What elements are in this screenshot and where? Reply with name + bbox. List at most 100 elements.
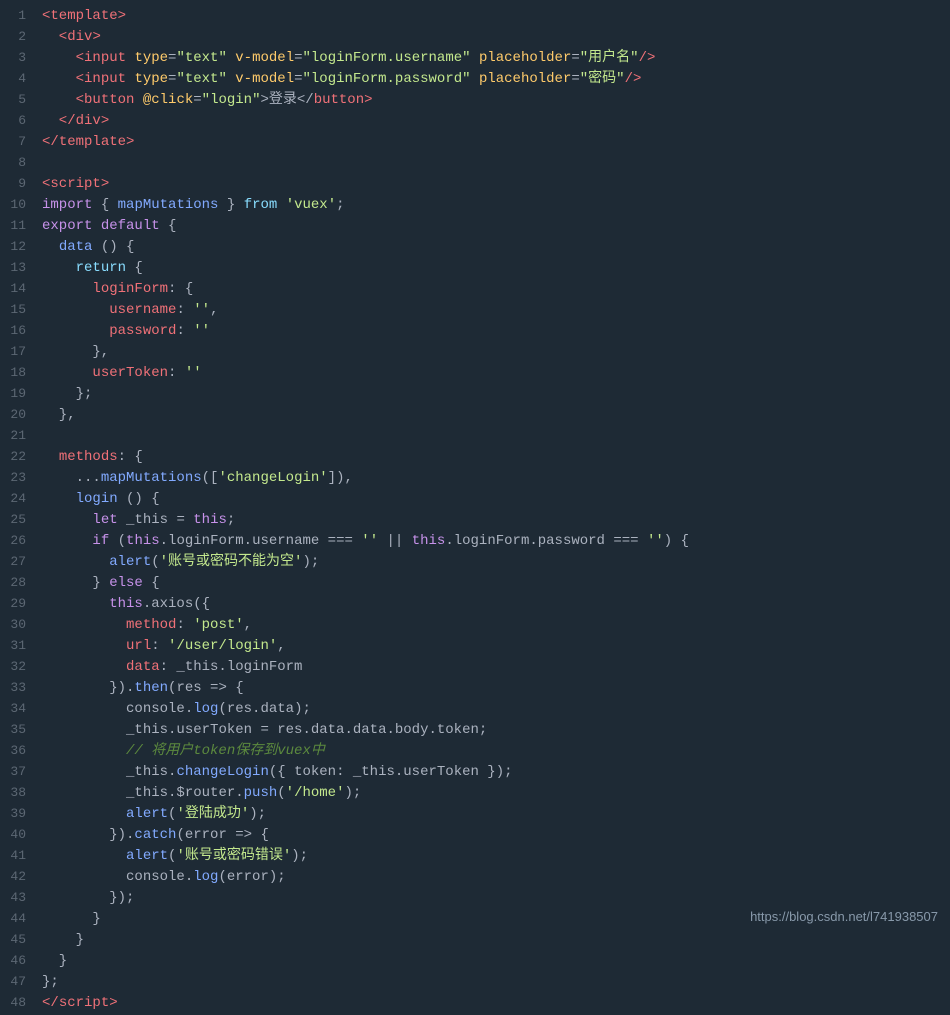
line-content: _this.userToken = res.data.data.body.tok… <box>36 720 950 742</box>
line-content: data: _this.loginForm <box>36 657 950 679</box>
token: () { <box>92 239 134 255</box>
code-line: 15 username: '', <box>0 300 950 321</box>
token: "loginForm.username" <box>303 50 471 66</box>
token: methods <box>59 449 118 465</box>
line-content: <template> <box>36 6 950 28</box>
token: < <box>42 71 84 87</box>
token <box>42 554 109 570</box>
token: @click <box>143 92 193 108</box>
code-line: 26 if (this.loginForm.username === '' ||… <box>0 531 950 552</box>
code-line: 18 userToken: '' <box>0 363 950 384</box>
line-content: </template> <box>36 132 950 154</box>
token: (res.data); <box>218 701 310 717</box>
line-content: login () { <box>36 489 950 511</box>
token: , <box>277 638 285 654</box>
token: changeLogin <box>176 764 268 780</box>
token: }); <box>42 890 134 906</box>
code-line: 24 login () { <box>0 489 950 510</box>
line-content: <script> <box>36 174 950 196</box>
line-number: 14 <box>0 279 36 299</box>
token: import <box>42 197 92 213</box>
token: >登录</ <box>260 92 313 108</box>
token: type <box>134 50 168 66</box>
token: } <box>42 575 109 591</box>
line-number: 20 <box>0 405 36 425</box>
code-line: 6 </div> <box>0 111 950 132</box>
line-content: if (this.loginForm.username === '' || th… <box>36 531 950 553</box>
code-line: 41 alert('账号或密码错误'); <box>0 846 950 867</box>
code-line: 29 this.axios({ <box>0 594 950 615</box>
code-line: 46 } <box>0 951 950 972</box>
token: ( <box>277 785 285 801</box>
token: log <box>193 869 218 885</box>
line-number: 24 <box>0 489 36 509</box>
line-number: 34 <box>0 699 36 719</box>
token <box>42 722 126 738</box>
token: log <box>193 701 218 717</box>
line-number: 42 <box>0 867 36 887</box>
line-content: username: '', <box>36 300 950 322</box>
token: = <box>294 71 302 87</box>
token: ; <box>227 512 235 528</box>
token: }). <box>42 827 134 843</box>
line-number: 7 <box>0 132 36 152</box>
code-line: 19 }; <box>0 384 950 405</box>
line-content: console.log(res.data); <box>36 699 950 721</box>
token <box>42 869 126 885</box>
line-content: // 将用户token保存到vuex中 <box>36 741 950 763</box>
token: ... <box>42 470 101 486</box>
token: div <box>67 29 92 45</box>
line-number: 21 <box>0 426 36 446</box>
line-content: url: '/user/login', <box>36 636 950 658</box>
line-number: 45 <box>0 930 36 950</box>
code-line: 20 }, <box>0 405 950 426</box>
code-line: 10import { mapMutations } from 'vuex'; <box>0 195 950 216</box>
token: "用户名" <box>580 50 639 66</box>
line-number: 37 <box>0 762 36 782</box>
code-line: 1<template> <box>0 6 950 27</box>
line-number: 16 <box>0 321 36 341</box>
token: ); <box>344 785 361 801</box>
token <box>42 533 92 549</box>
token <box>42 596 109 612</box>
token <box>42 785 126 801</box>
line-content: <input type="text" v-model="loginForm.us… <box>36 48 950 70</box>
line-number: 44 <box>0 909 36 929</box>
token: from <box>244 197 278 213</box>
token: } <box>42 932 84 948</box>
token: ); <box>291 848 308 864</box>
token: '/user/login' <box>168 638 277 654</box>
line-content: </div> <box>36 111 950 133</box>
token: this <box>193 512 227 528</box>
token: login <box>76 491 118 507</box>
line-number: 23 <box>0 468 36 488</box>
token: '账号或密码不能为空' <box>160 554 303 570</box>
line-number: 6 <box>0 111 36 131</box>
token: ( <box>109 533 126 549</box>
token: ; <box>336 197 344 213</box>
token: this <box>412 533 446 549</box>
line-content: _this.$router.push('/home'); <box>36 783 950 805</box>
line-content: _this.changeLogin({ token: _this.userTok… <box>36 762 950 784</box>
token: error <box>185 827 227 843</box>
token: _this <box>126 764 168 780</box>
token: ); <box>249 806 266 822</box>
line-number: 17 <box>0 342 36 362</box>
code-line: 35 _this.userToken = res.data.data.body.… <box>0 720 950 741</box>
code-line: 37 _this.changeLogin({ token: _this.user… <box>0 762 950 783</box>
token: > <box>364 92 372 108</box>
line-number: 48 <box>0 993 36 1013</box>
code-line: 48</script> <box>0 993 950 1014</box>
token: ) { <box>664 533 689 549</box>
token: . <box>185 701 193 717</box>
token: . <box>185 869 193 885</box>
token: script <box>59 995 109 1011</box>
token: console <box>126 701 185 717</box>
token: alert <box>109 554 151 570</box>
token: = <box>193 92 201 108</box>
line-number: 12 <box>0 237 36 257</box>
line-content: <div> <box>36 27 950 49</box>
line-content: console.log(error); <box>36 867 950 889</box>
code-line: 22 methods: { <box>0 447 950 468</box>
token: input <box>84 71 126 87</box>
